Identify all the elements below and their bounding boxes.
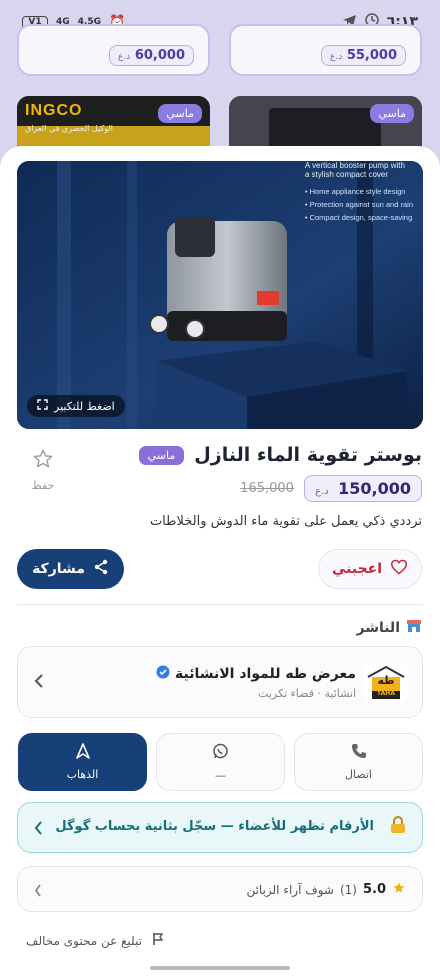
publisher-logo-sub: TAHA [377, 690, 395, 697]
hero-bullet-2: • Protection against sun and rain [304, 200, 413, 209]
bg-price-right-currency: د.ع [330, 52, 343, 62]
expand-icon [37, 399, 48, 413]
lock-icon [390, 815, 406, 839]
publisher-logo-text: طه [377, 674, 395, 687]
rating-count: (1) [339, 882, 357, 897]
save-label: حفظ [31, 479, 55, 492]
store-icon [406, 618, 422, 638]
like-label: اعجبني [331, 561, 383, 577]
bg-brand-tagline: الوكيل الحصري في العراق [25, 124, 113, 133]
tier-badge: ماسي [138, 445, 185, 465]
product-sheet: A vertical booster pump with a stylish c… [0, 146, 440, 978]
like-button[interactable]: اعجبني [318, 549, 422, 589]
share-button[interactable]: مشاركة [17, 549, 124, 589]
zoom-label: اضغط للتكبير [54, 399, 115, 413]
product-description: ترددي ذكي يعمل على تقوية ماء الدوش والخل… [149, 514, 422, 529]
rating-score: 5.0 [362, 882, 386, 897]
bg-price-right-value: 55,000 [346, 48, 397, 63]
chevron-left-icon [34, 820, 43, 839]
hero-bullet-3: • Compact design, space-saving [304, 213, 413, 222]
bg-brand-logo: INGCO [25, 102, 83, 119]
members-notice[interactable]: الأرقام تظهر للأعضاء — سجّل بثانية بحساب… [17, 802, 423, 853]
navigation-icon [75, 743, 90, 762]
call-label: اتصال [344, 768, 372, 781]
publisher-section-label: الناشر [356, 620, 400, 636]
call-button[interactable]: اتصال [294, 733, 423, 791]
divider [17, 604, 423, 605]
chevron-left-icon [34, 673, 44, 693]
old-price: 165,000 [240, 481, 294, 496]
bg-price-left: 60,000 د.ع [109, 45, 194, 66]
save-button[interactable]: حفظ [26, 448, 60, 492]
reviews-label: شوف آراء الزبائن [246, 882, 334, 897]
hero-bullet-3-text: Compact design, space-saving [309, 213, 413, 222]
flag-icon [152, 932, 164, 949]
publisher-name-row: معرض طه للمواد الانشائية [156, 665, 356, 683]
directions-label: الذهاب [66, 768, 99, 781]
publisher-section-title: الناشر [356, 618, 422, 638]
reviews-summary: 5.0 (1) شوف آراء الزبائن [246, 881, 406, 898]
members-notice-text: الأرقام تظهر للأعضاء — سجّل بثانية بحساب… [55, 819, 374, 834]
hero-overlay-text: A vertical booster pump with a stylish c… [305, 161, 413, 224]
publisher-logo: طه TAHA [364, 663, 408, 703]
hero-line1: A vertical booster pump with [304, 161, 405, 170]
share-icon [93, 559, 109, 579]
price-value: 150,000 [338, 479, 411, 498]
phone-icon [351, 743, 367, 762]
publisher-card[interactable]: طه TAHA معرض طه للمواد الانشائية انشائية… [17, 646, 423, 718]
zoom-chip[interactable]: اضغط للتكبير [27, 395, 125, 417]
reviews-row[interactable]: 5.0 (1) شوف آراء الزبائن [17, 866, 423, 912]
share-label: مشاركة [32, 561, 85, 577]
publisher-name: معرض طه للمواد الانشائية [175, 666, 356, 682]
bg-price-left-value: 60,000 [134, 48, 185, 63]
bg-listing-card-left[interactable]: 60,000 د.ع [17, 24, 210, 76]
directions-button[interactable]: الذهاب [18, 733, 147, 791]
bg-price-left-currency: د.ع [118, 52, 131, 62]
heart-icon [390, 559, 408, 579]
bg-price-right: 55,000 د.ع [321, 45, 406, 66]
bg-tier-badge-left: ماسي [158, 104, 202, 123]
hero-bullet-1: • Home appliance style design [304, 187, 406, 196]
product-title: بوستر تقوية الماء النازل [194, 444, 422, 466]
whatsapp-icon [212, 743, 229, 763]
star-filled-icon [392, 881, 406, 898]
price-row: 150,000 د.ع 165,000 [240, 475, 422, 502]
hero-bullet-1-text: Home appliance style design [309, 187, 406, 196]
price-chip: 150,000 د.ع [303, 475, 422, 502]
whatsapp-button[interactable]: — [156, 733, 285, 791]
chevron-left-icon [34, 882, 42, 901]
whatsapp-label: — [215, 768, 226, 782]
home-indicator[interactable] [150, 966, 290, 970]
product-image[interactable]: A vertical booster pump with a stylish c… [17, 161, 423, 429]
price-currency: د.ع [314, 486, 329, 497]
star-outline-icon [32, 448, 54, 473]
hero-bullet-2-text: Protection against sun and rain [309, 200, 413, 209]
publisher-subtitle: انشائية · قضاء تكريت [258, 687, 356, 700]
bg-listing-card-right[interactable]: 55,000 د.ع [229, 24, 422, 76]
report-link[interactable]: تبليغ عن محتوى مخالف [26, 932, 164, 949]
verified-icon [156, 665, 170, 683]
report-label: تبليغ عن محتوى مخالف [26, 933, 142, 948]
bg-tier-badge-right: ماسي [370, 104, 414, 123]
hero-line2: a stylish compact cover [304, 170, 389, 179]
title-row: بوستر تقوية الماء النازل ماسي [138, 444, 422, 466]
